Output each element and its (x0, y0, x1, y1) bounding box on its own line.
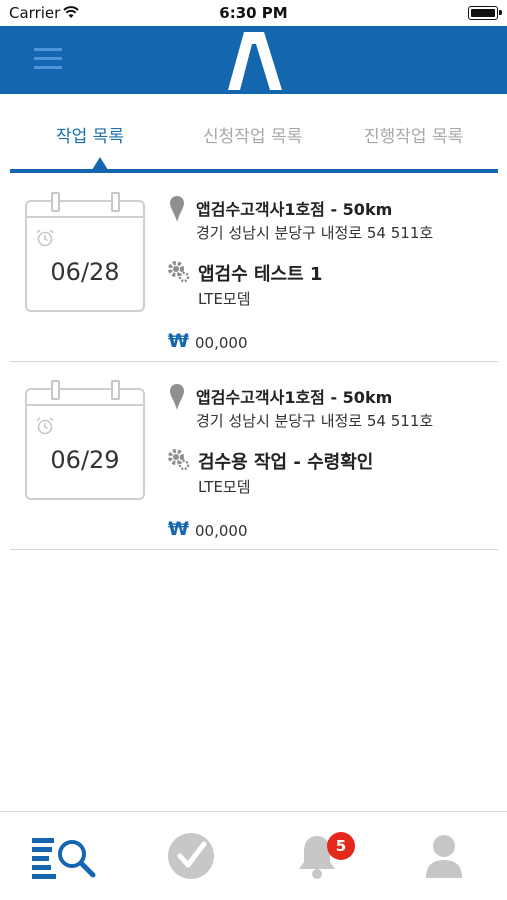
calendar-ring (111, 380, 120, 400)
calendar-ring (51, 192, 60, 212)
nav-notifications[interactable] (253, 812, 379, 900)
user-icon (426, 835, 462, 878)
calendar-divider (27, 404, 143, 406)
menu-button[interactable] (34, 46, 64, 72)
app-logo (228, 32, 282, 90)
job-date: 06/28 (50, 258, 120, 286)
won-currency-icon: ₩ (168, 518, 189, 540)
status-time: 6:30 PM (219, 4, 288, 22)
calendar-ring (111, 192, 120, 212)
list-search-icon (32, 838, 96, 879)
menu-bar (34, 57, 62, 60)
menu-bar (34, 48, 62, 51)
job-device: LTE모뎀 (198, 478, 251, 496)
gear-icon (168, 261, 190, 283)
battery-icon (468, 6, 502, 20)
tab-job-list[interactable]: 작업 목록 (56, 122, 124, 147)
won-currency-icon: ₩ (168, 330, 189, 352)
app-header (0, 26, 507, 94)
menu-bar (34, 66, 62, 69)
tab-ongoing-jobs[interactable]: 진행작업 목록 (364, 122, 463, 147)
tab-applied-jobs[interactable]: 신청작업 목록 (203, 122, 302, 147)
gear-icon (168, 449, 190, 471)
job-price: 00,000 (195, 334, 248, 352)
alarm-icon (36, 229, 54, 247)
calendar-divider (27, 216, 143, 218)
nav-job-search[interactable] (0, 812, 126, 900)
calendar-ring (51, 380, 60, 400)
job-list-item[interactable]: 06/29 앱검수고객사1호점 - 50km 경기 성남시 분당구 내정로 54… (10, 362, 498, 550)
job-list-item[interactable]: 06/28 앱검수고객사1호점 - 50km 경기 성남시 분당구 내정로 54… (10, 174, 498, 362)
job-title: 앱검수 테스트 1 (198, 264, 323, 285)
store-address: 경기 성남시 분당구 내정로 54 511호 (196, 224, 434, 242)
nav-profile[interactable] (380, 812, 506, 900)
calendar-icon: 06/28 (25, 192, 145, 312)
check-circle-icon (168, 833, 214, 879)
tab-bar: 작업 목록 신청작업 목록 진행작업 목록 (0, 94, 507, 174)
job-date: 06/29 (50, 446, 120, 474)
alarm-icon (36, 417, 54, 435)
location-pin-icon (170, 384, 184, 410)
location-pin-icon (170, 196, 184, 222)
calendar-icon: 06/29 (25, 380, 145, 500)
store-name: 앱검수고객사1호점 - 50km (196, 388, 393, 407)
store-name: 앱검수고객사1호점 - 50km (196, 200, 393, 219)
job-title: 검수용 작업 - 수령확인 (198, 452, 374, 473)
job-device: LTE모뎀 (198, 290, 251, 308)
bottom-nav: 5 (0, 811, 507, 900)
job-price: 00,000 (195, 522, 248, 540)
notification-badge: 5 (327, 832, 355, 860)
store-address: 경기 성남시 분당구 내정로 54 511호 (196, 412, 434, 430)
nav-completed[interactable] (127, 812, 253, 900)
status-bar: Carrier 6:30 PM (0, 0, 507, 26)
tab-underline (10, 169, 498, 173)
